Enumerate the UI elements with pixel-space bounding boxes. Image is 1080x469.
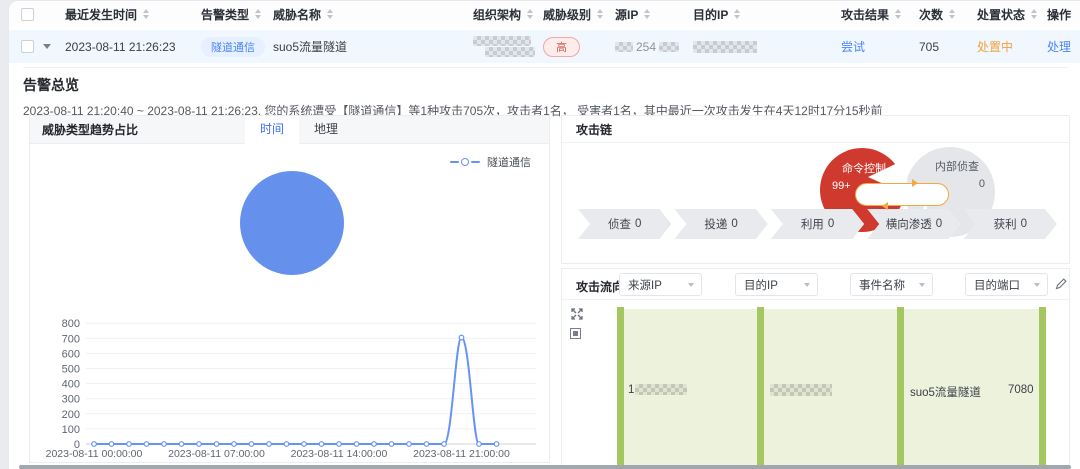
dest-ip-redacted bbox=[691, 41, 839, 53]
col-action: 操作 bbox=[1045, 6, 1080, 23]
sort-icon[interactable] bbox=[327, 9, 333, 19]
chevron-down-icon bbox=[804, 283, 810, 287]
loop-internal-recon: 内部侦查0 bbox=[917, 159, 997, 192]
col-threat-level[interactable]: 威胁级别 bbox=[541, 6, 613, 23]
alert-table-header: 最近发生时间 告警类型 威胁名称 组织架构 威胁级别 源IP 目的IP 攻击结果… bbox=[9, 1, 1080, 27]
svg-text:800: 800 bbox=[62, 318, 80, 330]
trend-tabs: 时间 地理 bbox=[245, 116, 353, 144]
flow-label-dest-redacted bbox=[770, 384, 832, 396]
col-threat-name[interactable]: 威胁名称 bbox=[271, 6, 471, 23]
sort-icon[interactable] bbox=[949, 9, 955, 19]
filter-dest-port[interactable]: 目的端口 bbox=[965, 273, 1048, 296]
svg-text:200: 200 bbox=[62, 409, 80, 421]
svg-text:2023-08-11 00:00:00: 2023-08-11 00:00:00 bbox=[46, 448, 143, 460]
attack-count: 705 bbox=[917, 40, 975, 54]
handle-status: 处置中 bbox=[975, 38, 1045, 55]
sort-icon[interactable] bbox=[644, 9, 650, 19]
svg-text:100: 100 bbox=[62, 424, 80, 436]
tab-geo[interactable]: 地理 bbox=[299, 116, 353, 144]
alert-overview: 告警总览 2023-08-11 21:20:40 ~ 2023-08-11 21… bbox=[23, 67, 1068, 119]
stage-exploit: 利用0 bbox=[771, 209, 864, 239]
chevron-down-icon bbox=[919, 283, 925, 287]
stage-recon: 侦查0 bbox=[578, 209, 671, 239]
trend-panel-header: 威胁类型趋势占比 时间 地理 bbox=[30, 116, 549, 144]
flow-node-source[interactable] bbox=[617, 307, 624, 469]
filter-source-ip[interactable]: 来源IP bbox=[619, 273, 702, 296]
row-checkbox[interactable] bbox=[21, 40, 34, 53]
filter-dest-ip[interactable]: 目的IP bbox=[735, 273, 818, 296]
fullscreen-icon[interactable] bbox=[570, 307, 584, 321]
kill-chain-stages: 侦查0 投递0 利用0 横向渗透0 获利0 bbox=[578, 209, 1057, 239]
loop-command-control: 命令控制99+ bbox=[824, 161, 904, 194]
tab-time[interactable]: 时间 bbox=[245, 116, 299, 144]
chevron-down-icon bbox=[688, 283, 694, 287]
flow-label-event: suo5流量隧道 bbox=[910, 384, 981, 400]
col-org[interactable]: 组织架构 bbox=[471, 6, 541, 23]
overview-title: 告警总览 bbox=[23, 75, 1068, 95]
header-select-all[interactable] bbox=[9, 8, 41, 21]
horizontal-scrollbar[interactable] bbox=[19, 465, 1071, 469]
threat-name: suo5流量隧道 bbox=[271, 38, 471, 55]
svg-text:300: 300 bbox=[62, 394, 80, 406]
sort-icon[interactable] bbox=[255, 9, 261, 19]
threat-level-badge: 高 bbox=[543, 37, 580, 57]
svg-text:2023-08-11 14:00:00: 2023-08-11 14:00:00 bbox=[291, 448, 388, 460]
edit-pencil-icon[interactable] bbox=[1054, 277, 1067, 290]
flow-node-event[interactable] bbox=[897, 307, 904, 469]
flow-node-port[interactable] bbox=[1039, 307, 1046, 469]
chevron-down-icon bbox=[1034, 283, 1040, 287]
restore-view-icon[interactable] bbox=[570, 328, 581, 339]
stage-profit: 获利0 bbox=[964, 209, 1057, 239]
attack-result: 尝试 bbox=[839, 38, 917, 55]
threat-trend-panel: 威胁类型趋势占比 时间 地理 隧道通信 01002003004005006007… bbox=[29, 115, 550, 463]
svg-text:400: 400 bbox=[62, 379, 80, 391]
sort-icon[interactable] bbox=[143, 9, 149, 19]
sort-icon[interactable] bbox=[527, 9, 533, 19]
col-time[interactable]: 最近发生时间 bbox=[63, 6, 199, 23]
sort-icon[interactable] bbox=[734, 9, 740, 19]
attack-flow-header: 攻击流向 来源IP 目的IP 事件名称 目的端口 bbox=[562, 269, 1069, 300]
handle-action-link[interactable]: 处理 bbox=[1045, 38, 1080, 55]
trend-line-chart: 01002003004005006007008002023-08-11 00:0… bbox=[30, 144, 551, 463]
sort-icon[interactable] bbox=[597, 9, 603, 19]
dashboard-card: 最近发生时间 告警类型 威胁名称 组织架构 威胁级别 源IP 目的IP 攻击结果… bbox=[8, 0, 1080, 469]
select-all-checkbox[interactable] bbox=[21, 8, 34, 21]
attack-flow-panel: 攻击流向 来源IP 目的IP 事件名称 目的端口 1 bbox=[561, 268, 1070, 469]
alert-type-badge: 隧道通信 bbox=[201, 37, 265, 57]
attack-flow-title: 攻击流向 bbox=[576, 278, 624, 295]
flow-label-port: 7080 bbox=[1008, 384, 1034, 396]
filter-event-name[interactable]: 事件名称 bbox=[850, 273, 933, 296]
flow-label-source-redacted: 1 bbox=[628, 384, 687, 396]
sort-icon[interactable] bbox=[1031, 9, 1037, 19]
attack-chain-title: 攻击链 bbox=[576, 121, 612, 138]
svg-text:600: 600 bbox=[62, 348, 80, 360]
source-ip-redacted: 254 bbox=[613, 40, 691, 54]
stage-lateral: 横向渗透0 bbox=[867, 209, 960, 239]
row-expand-icon[interactable] bbox=[43, 44, 51, 49]
col-dest-ip[interactable]: 目的IP bbox=[691, 6, 839, 23]
svg-text:2023-08-11 07:00:00: 2023-08-11 07:00:00 bbox=[168, 448, 265, 460]
col-count[interactable]: 次数 bbox=[917, 6, 975, 23]
trend-panel-title: 威胁类型趋势占比 bbox=[30, 121, 138, 138]
attack-chain-body: 侦查0 投递0 利用0 横向渗透0 获利0 命令控制99+ 内部侦查0 bbox=[562, 143, 1069, 264]
org-redacted bbox=[471, 36, 541, 57]
svg-text:2023-08-11 21:00:00: 2023-08-11 21:00:00 bbox=[413, 448, 510, 460]
alert-table-row[interactable]: 2023-08-11 21:26:23 隧道通信 suo5流量隧道 高 254 … bbox=[9, 30, 1080, 63]
trend-panel-body: 隧道通信 01002003004005006007008002023-08-11… bbox=[30, 144, 549, 463]
flow-node-dest[interactable] bbox=[757, 307, 764, 469]
attack-flow-body: 1 suo5流量隧道 7080 bbox=[562, 300, 1069, 469]
col-alert-type[interactable]: 告警类型 bbox=[199, 6, 271, 23]
row-time: 2023-08-11 21:26:23 bbox=[63, 40, 199, 54]
svg-text:700: 700 bbox=[62, 333, 80, 345]
svg-text:500: 500 bbox=[62, 364, 80, 376]
col-attack-result[interactable]: 攻击结果 bbox=[839, 6, 917, 23]
attack-chain-panel: 攻击链 侦查0 投递0 利用0 横向渗透0 获利0 命令控制99+ 内部侦查0 bbox=[561, 115, 1070, 264]
stage-delivery: 投递0 bbox=[674, 209, 767, 239]
sort-icon[interactable] bbox=[895, 9, 901, 19]
col-handle-status[interactable]: 处置状态 bbox=[975, 6, 1045, 23]
col-source-ip[interactable]: 源IP bbox=[613, 6, 691, 23]
